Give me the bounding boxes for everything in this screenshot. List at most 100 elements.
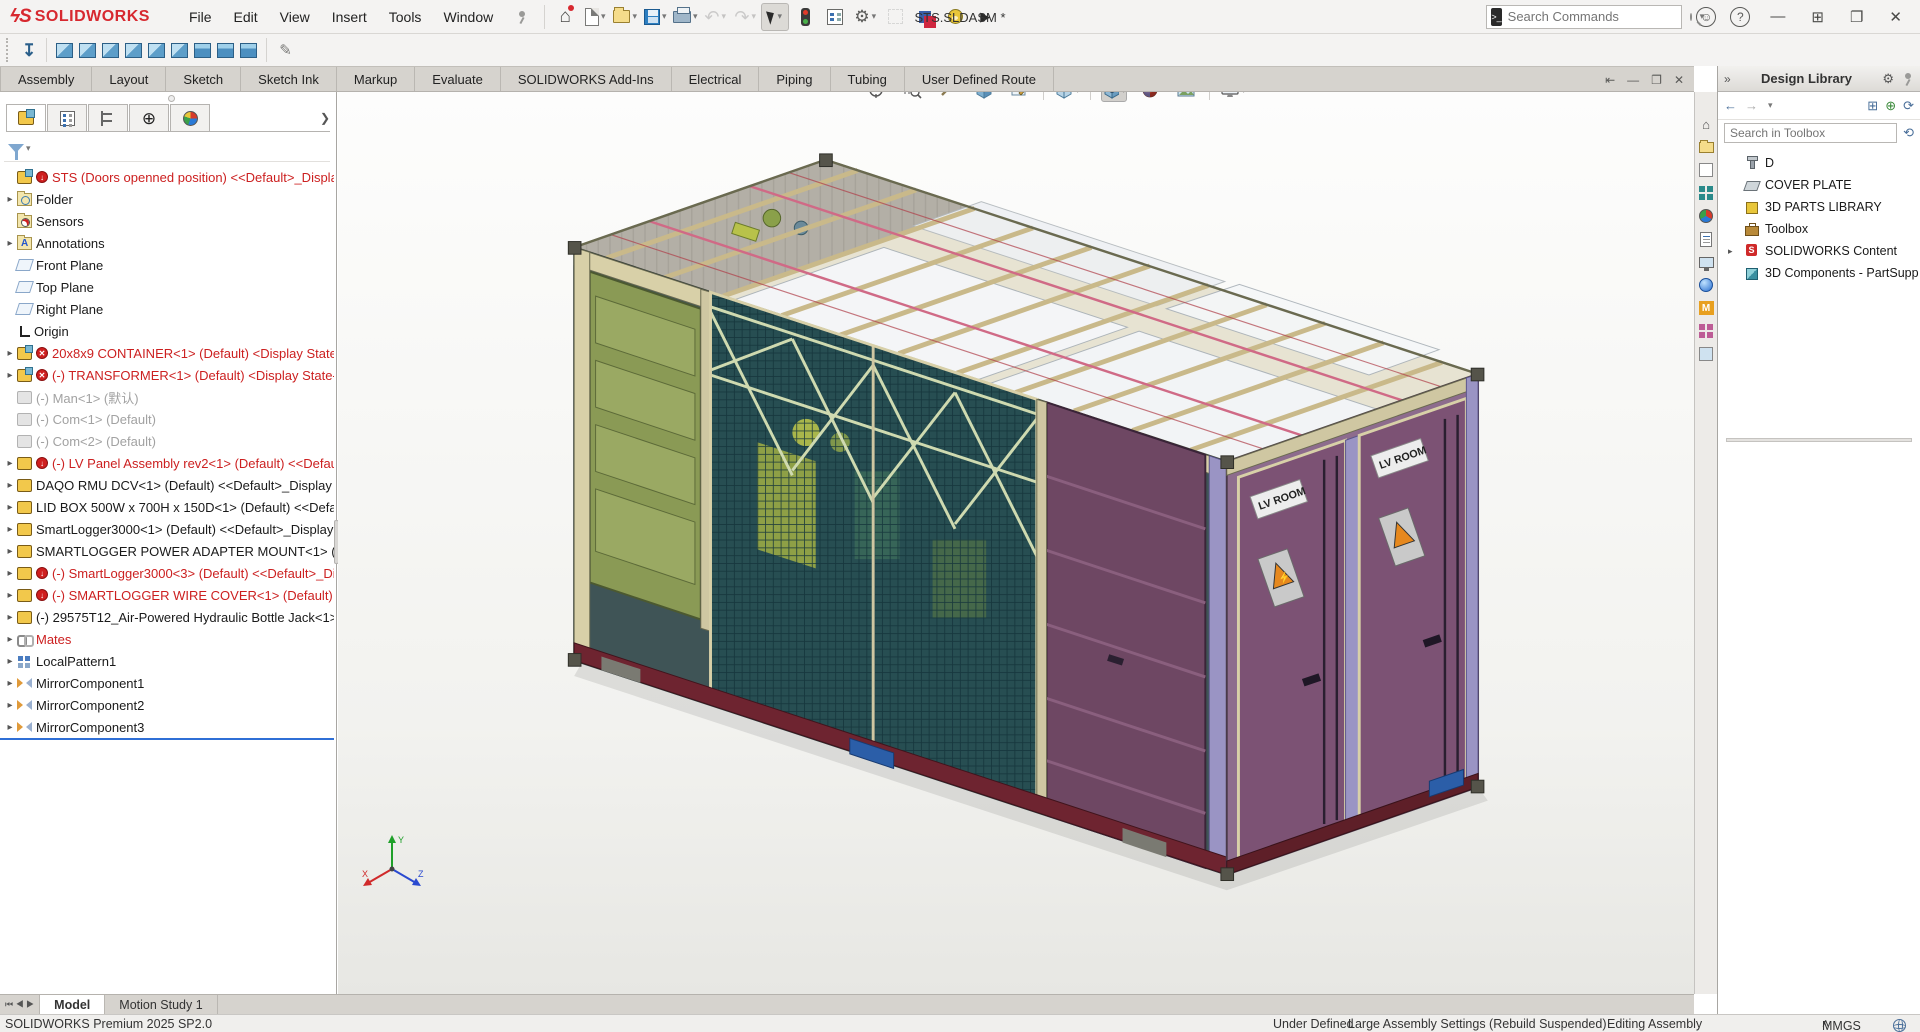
options-button[interactable]: ⚙▾ <box>851 3 879 31</box>
graphics-viewport[interactable]: ▾ ▾ ▾ <box>338 92 1694 994</box>
expander-icon[interactable] <box>4 194 16 205</box>
expander-icon[interactable] <box>4 634 16 645</box>
right-view-icon[interactable] <box>125 43 142 58</box>
custom-properties-icon[interactable] <box>1698 231 1715 247</box>
tree-row[interactable]: MirrorComponent3 <box>0 716 334 738</box>
tab-motion-study[interactable]: Motion Study 1 <box>105 995 217 1014</box>
tree-row[interactable]: LID BOX 500W x 700H x 150D<1> (Default) … <box>0 496 334 518</box>
tree-row[interactable]: LocalPattern1 <box>0 650 334 672</box>
tab-property-manager[interactable] <box>47 104 87 131</box>
menu-item[interactable]: View <box>269 3 321 31</box>
menu-item[interactable]: Window <box>432 3 504 31</box>
tree-row[interactable]: (-) 29575T12_Air-Powered Hydraulic Bottl… <box>0 606 334 628</box>
library-item[interactable]: D <box>1718 152 1920 174</box>
collapse-pane-icon[interactable]: » <box>1724 72 1731 86</box>
tree-row[interactable]: Front Plane <box>0 254 334 276</box>
forward-icon[interactable]: → <box>1745 98 1758 113</box>
toolbox-search-input[interactable] <box>1730 126 1891 140</box>
expander-icon[interactable] <box>4 524 16 535</box>
view-orientation-button[interactable]: ▾ <box>1101 92 1127 102</box>
tab-display-manager[interactable] <box>170 104 210 131</box>
appearances-scenes-icon[interactable] <box>1698 208 1715 224</box>
tree-row[interactable]: Sensors <box>0 210 334 232</box>
doc-restore-icon[interactable]: ❐ <box>1651 73 1662 87</box>
back-view-icon[interactable] <box>79 43 96 58</box>
expander-icon[interactable] <box>4 348 16 359</box>
tab-scroll-buttons[interactable]: ⏮ ◀ ▶ <box>0 995 40 1014</box>
expander-icon[interactable] <box>4 678 16 689</box>
add-file-location-icon[interactable]: ⊕ <box>1885 98 1896 114</box>
minimize-button[interactable]: — <box>1764 8 1791 25</box>
refresh-icon[interactable]: ⟳ <box>1903 98 1914 114</box>
library-item[interactable]: Toolbox <box>1718 218 1920 240</box>
mysolidworks-icon[interactable]: M <box>1698 300 1715 316</box>
tree-row[interactable]: (-) SMARTLOGGER WIRE COVER<1> (Default) … <box>0 584 334 606</box>
file-properties-button[interactable] <box>821 3 849 31</box>
tab-model[interactable]: Model <box>40 995 105 1014</box>
tree-row[interactable]: Mates <box>0 628 334 650</box>
tree-row[interactable]: Top Plane <box>0 276 334 298</box>
apply-scene-button[interactable] <box>1173 92 1199 102</box>
front-view-icon[interactable] <box>56 43 73 58</box>
ribbon-tab[interactable]: Evaluate <box>415 67 501 91</box>
file-explorer-icon[interactable] <box>1698 162 1715 178</box>
maximize-button[interactable]: ⊞ <box>1805 8 1830 26</box>
command-search[interactable]: >_ ▾ <box>1486 5 1682 29</box>
help-icon[interactable]: ? <box>1730 7 1750 27</box>
dimetric-view-icon[interactable] <box>240 43 257 58</box>
status-units[interactable]: MMGS ˄ <box>1822 1017 1829 1031</box>
expander-icon[interactable] <box>4 238 16 249</box>
zoom-to-fit-button[interactable] <box>863 92 889 102</box>
dock-pane-icon[interactable]: ⇤ <box>1605 73 1615 87</box>
expand-toolbar-button[interactable]: ▶ <box>971 3 999 31</box>
restore-button[interactable]: ❐ <box>1844 8 1869 26</box>
library-item[interactable]: 3D PARTS LIBRARY <box>1718 196 1920 218</box>
ribbon-tab[interactable]: Electrical <box>672 67 760 91</box>
library-splitter[interactable] <box>1726 438 1912 442</box>
tab-configuration-manager[interactable] <box>88 104 128 131</box>
expander-icon[interactable] <box>4 568 16 579</box>
previous-view-button[interactable] <box>935 92 961 102</box>
search-icon[interactable] <box>1690 13 1692 21</box>
forum-3dexperience-icon[interactable] <box>1698 277 1715 293</box>
edit-component-button[interactable] <box>881 3 909 31</box>
expander-icon[interactable] <box>4 656 16 667</box>
toolbar-drag-handle[interactable] <box>6 38 12 62</box>
undo-button[interactable]: ↶▾ <box>701 3 729 31</box>
ribbon-tab[interactable]: Piping <box>759 67 830 91</box>
tree-row[interactable]: (-) SmartLogger3000<3> (Default) <<Defau… <box>0 562 334 584</box>
open-button[interactable]: ▾ <box>611 3 639 31</box>
view-palette-icon[interactable] <box>1698 185 1715 201</box>
display-style-button[interactable]: ▾ <box>1054 92 1080 102</box>
history-dropdown-icon[interactable]: ▾ <box>1768 100 1773 111</box>
normal-to-view-icon[interactable]: ↧ <box>22 42 36 59</box>
tree-row[interactable]: (-) Man<1> (默认) <box>0 386 334 408</box>
filter-funnel-icon[interactable] <box>8 144 24 153</box>
pack-and-go-icon[interactable] <box>1698 323 1715 339</box>
toolbox-search-box[interactable] <box>1724 123 1897 143</box>
save-button[interactable]: ▾ <box>641 3 669 31</box>
expander-icon[interactable] <box>4 590 16 601</box>
ribbon-tab[interactable]: Sketch Ink <box>241 67 337 91</box>
back-icon[interactable]: ← <box>1724 98 1737 113</box>
left-view-icon[interactable] <box>102 43 119 58</box>
ribbon-tab[interactable]: Markup <box>337 67 415 91</box>
ribbon-tab[interactable]: Layout <box>92 67 166 91</box>
process-manager-icon[interactable] <box>1698 346 1715 362</box>
flyout-expand-icon[interactable]: ❯ <box>320 104 330 131</box>
view-settings-button[interactable]: ▾ <box>1220 92 1246 102</box>
home-button[interactable]: ⌂ <box>551 3 579 31</box>
tree-row[interactable]: (-) Com<1> (Default) <box>0 408 334 430</box>
tree-row[interactable]: SMARTLOGGER POWER ADAPTER MOUNT<1> (Defa… <box>0 540 334 562</box>
pane-options-gear-icon[interactable]: ⚙ <box>1882 71 1894 87</box>
pin-menu-icon[interactable] <box>514 10 528 24</box>
expander-icon[interactable] <box>4 370 16 381</box>
edit-appearance-hud-button[interactable] <box>1137 92 1163 102</box>
tree-row[interactable]: (-) Com<2> (Default) <box>0 430 334 452</box>
doc-close-icon[interactable]: ✕ <box>1674 73 1684 87</box>
expander-icon[interactable] <box>4 700 16 711</box>
tab-dimxpert[interactable]: ⊕ <box>129 104 169 131</box>
expander-icon[interactable] <box>4 480 16 491</box>
menu-item[interactable]: Edit <box>223 3 269 31</box>
monitor-settings-icon[interactable] <box>1698 254 1715 270</box>
